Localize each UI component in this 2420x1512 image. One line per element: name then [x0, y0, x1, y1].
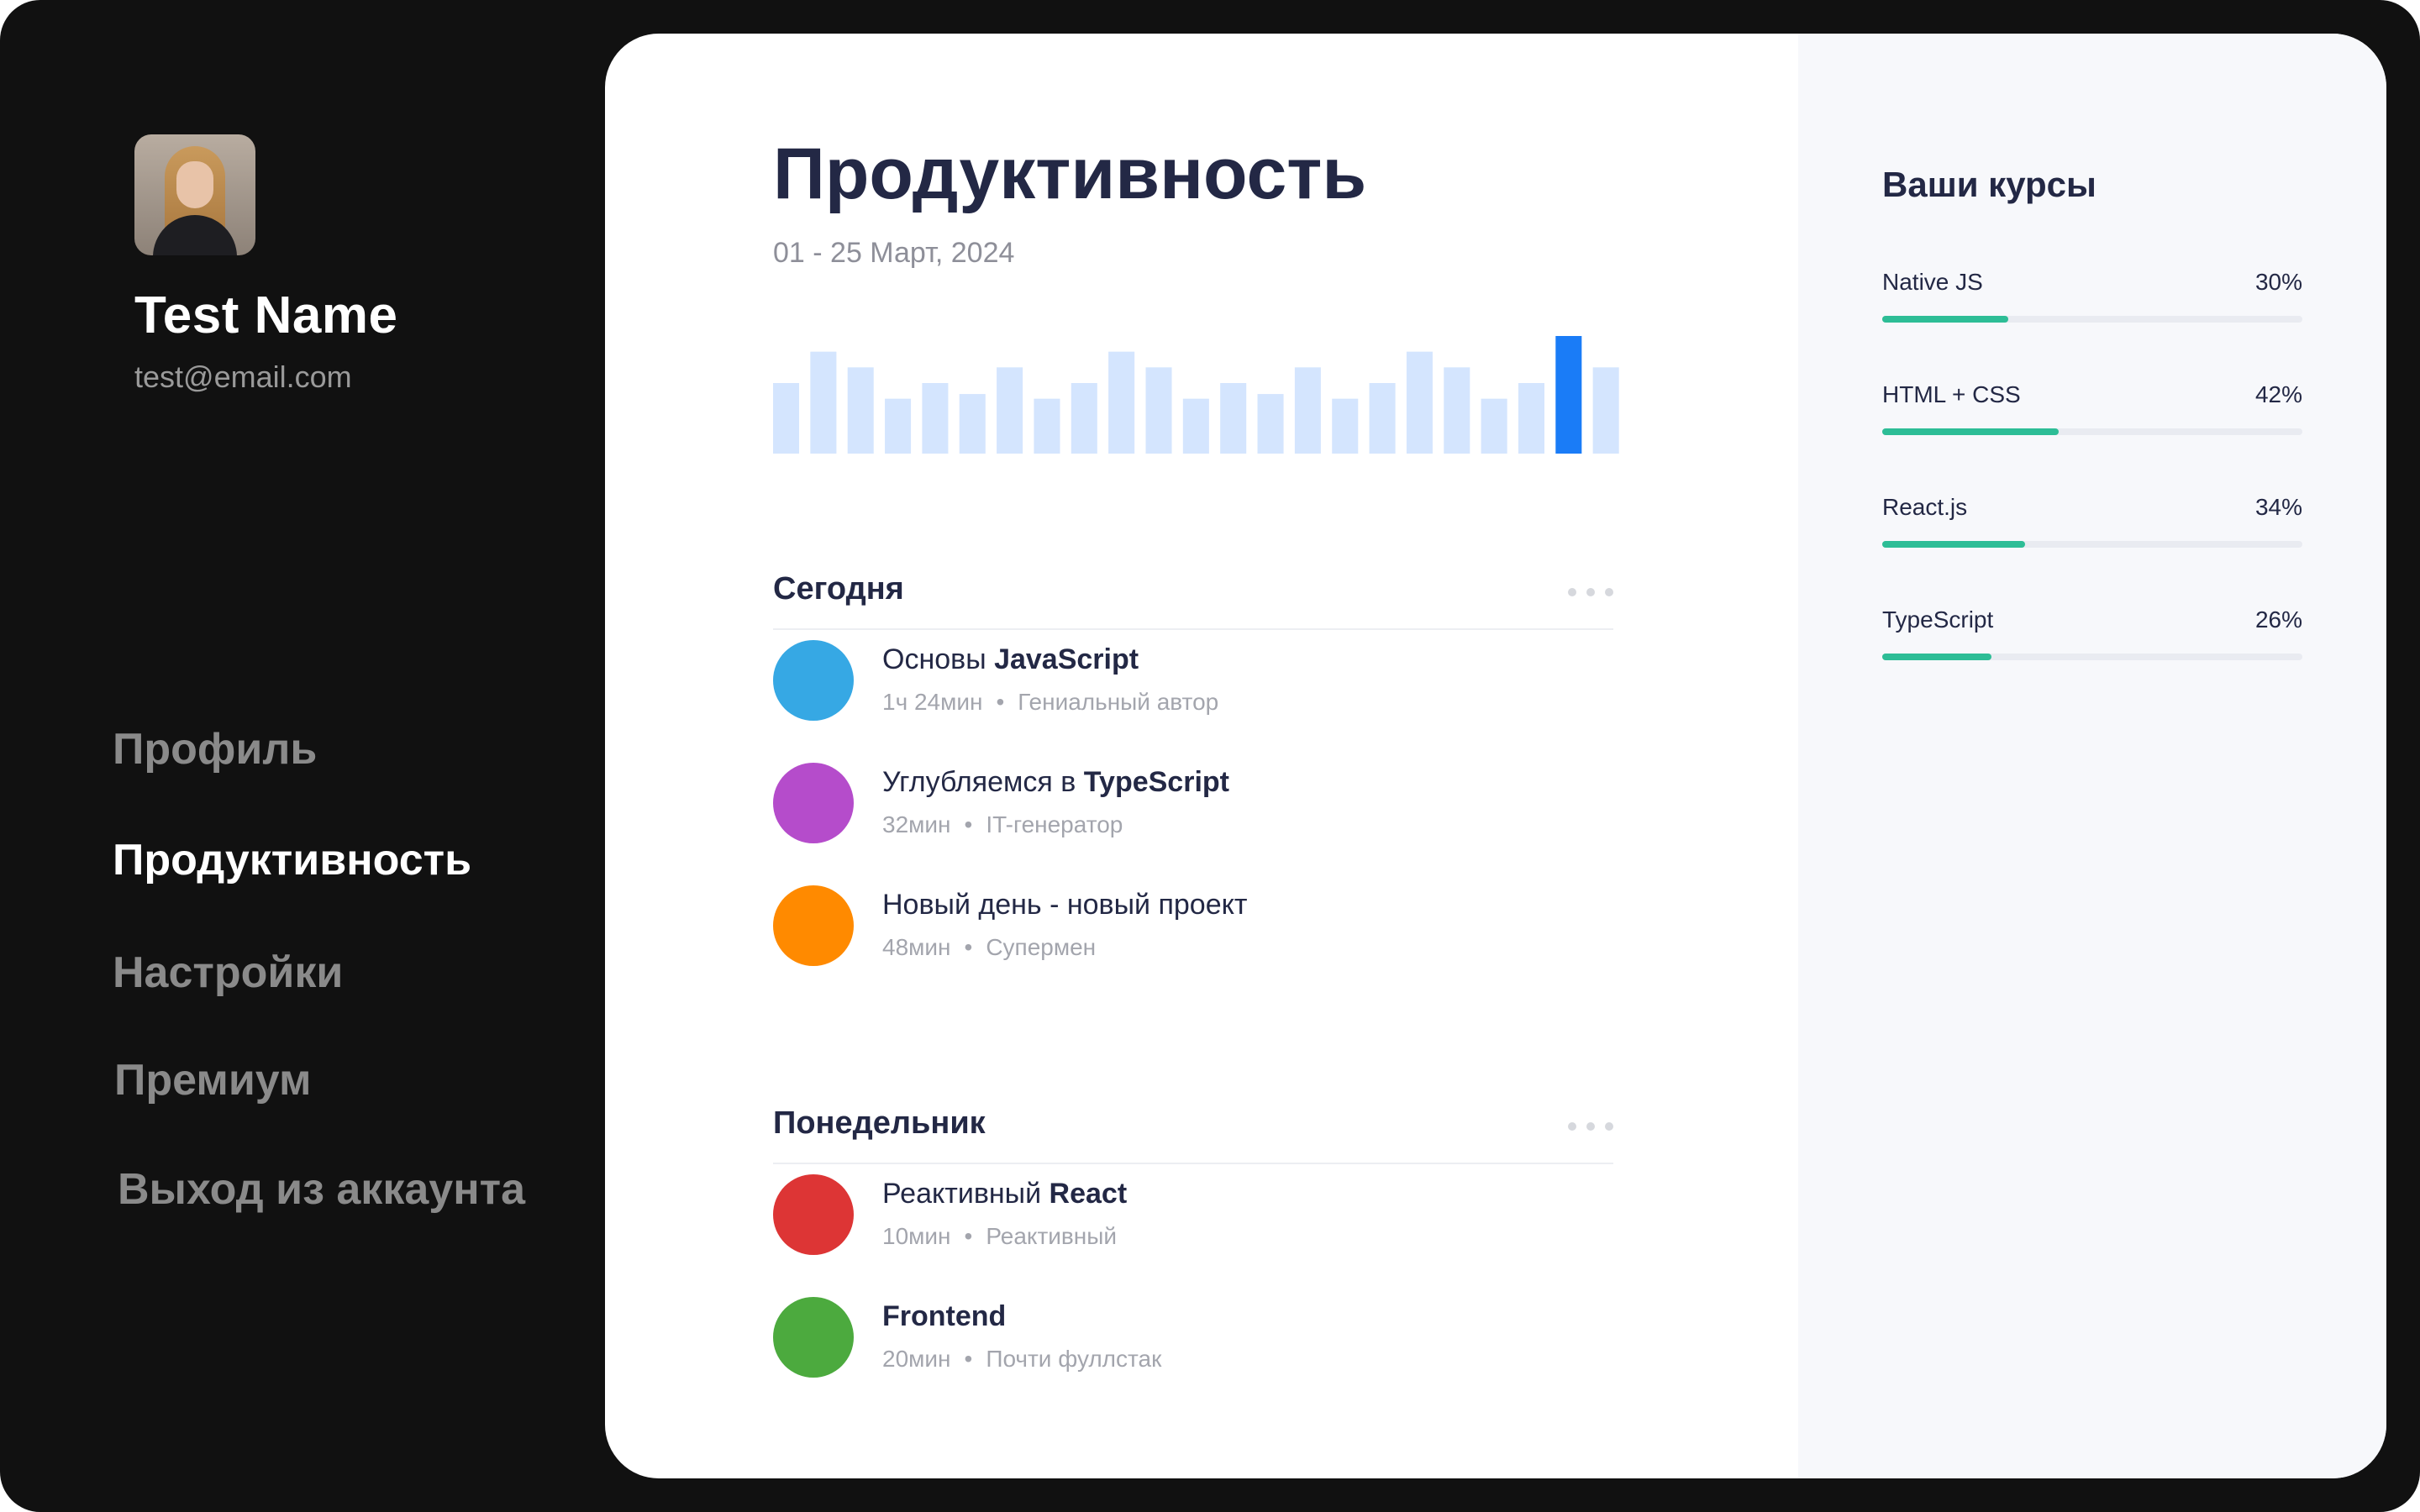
chart-bar — [1182, 398, 1209, 454]
course-progress-fill — [1882, 541, 2025, 548]
course-item[interactable]: TypeScript 26% — [1882, 606, 2302, 674]
chart-bar — [1518, 383, 1544, 454]
task-color-dot — [773, 640, 854, 721]
course-name: React.js — [1882, 494, 1968, 520]
page-title: Продуктивность — [773, 134, 1367, 214]
section-title-today: Сегодня — [773, 571, 904, 606]
more-icon[interactable] — [1568, 586, 1613, 598]
task-item[interactable]: Основы JavaScript 1ч 24мин • Гениальный ав… — [773, 640, 1529, 724]
chart-bar — [1108, 351, 1135, 454]
task-title: Углубляемся в TypeScript — [882, 766, 1229, 798]
chart-bar — [1071, 383, 1097, 454]
courses-column — [1798, 34, 2386, 1478]
task-meta: 48мин • Супермен — [882, 934, 1097, 960]
chart-bar-highlighted — [1555, 336, 1582, 454]
chart-bar — [773, 383, 800, 454]
task-color-dot — [773, 885, 854, 966]
course-progress-fill — [1882, 316, 2008, 323]
avatar — [134, 134, 255, 255]
task-item[interactable]: Новый день - новый проект 48мин • Супермен — [773, 885, 1529, 969]
divider — [773, 1163, 1613, 1164]
task-title: Реактивный React — [882, 1178, 1128, 1210]
chart-bar — [885, 398, 912, 454]
task-title: Новый день - новый проект — [882, 889, 1248, 921]
user-name: Test Name — [134, 286, 398, 344]
course-progress-track — [1882, 654, 2302, 660]
chart-bar — [1406, 351, 1433, 454]
chart-bar — [1034, 398, 1060, 454]
chart-bar — [1220, 383, 1247, 454]
course-percent: 26% — [2254, 606, 2302, 633]
course-name: Native JS — [1882, 269, 1983, 295]
chart-bar — [1257, 394, 1284, 454]
course-progress-track — [1882, 541, 2302, 548]
chart-bar — [997, 367, 1023, 454]
sidebar-item-profile[interactable]: Профиль — [113, 724, 317, 774]
course-progress-track — [1882, 428, 2302, 435]
task-item[interactable]: Углубляемся в TypeScript 32мин • IT-генера… — [773, 763, 1529, 847]
chart-bar — [1332, 398, 1359, 454]
chart-bar — [1481, 398, 1507, 454]
chart-bar — [847, 367, 874, 454]
course-progress-fill — [1882, 428, 2059, 435]
divider — [773, 628, 1613, 630]
course-item[interactable]: React.js 34% — [1882, 494, 2302, 561]
task-item[interactable]: Реактивный React 10мин • Реактивный — [773, 1174, 1529, 1258]
task-color-dot — [773, 1174, 854, 1255]
chart-bar — [1369, 383, 1396, 454]
more-icon[interactable] — [1568, 1121, 1613, 1132]
course-item[interactable]: HTML + CSS 42% — [1882, 381, 2302, 449]
task-color-dot — [773, 1297, 854, 1378]
chart-bar — [1145, 367, 1172, 454]
task-meta: 32мин • IT-генератор — [882, 811, 1123, 837]
sidebar-item-settings[interactable]: Настройки — [113, 948, 343, 998]
task-meta: 1ч 24мин • Гениальный автор — [882, 689, 1219, 715]
user-email: test@email.com — [134, 360, 352, 394]
sidebar-item-productivity[interactable]: Продуктивность — [113, 835, 471, 885]
course-progress-fill — [1882, 654, 1991, 660]
chart-bar — [1294, 367, 1321, 454]
chart-bar — [1444, 367, 1470, 454]
course-name: HTML + CSS — [1882, 381, 2021, 407]
productivity-bar-chart — [773, 336, 1619, 454]
chart-bar — [810, 351, 837, 454]
course-percent: 34% — [2254, 494, 2302, 520]
course-item[interactable]: Native JS 30% — [1882, 269, 2302, 336]
app-frame: Test Name test@email.com Профиль Продукт… — [0, 0, 2420, 1512]
course-progress-track — [1882, 316, 2302, 323]
task-meta: 10мин • Реактивный — [882, 1223, 1118, 1249]
course-percent: 42% — [2254, 381, 2302, 407]
chart-bar — [922, 383, 949, 454]
chart-bar — [1592, 367, 1619, 454]
sidebar-item-logout[interactable]: Выход из аккаунта — [118, 1164, 525, 1215]
task-item[interactable]: Frontend 20мин • Почти фуллстак — [773, 1297, 1529, 1381]
section-title-monday: Понедельник — [773, 1105, 986, 1141]
chart-bar — [959, 394, 986, 454]
task-meta: 20мин • Почти фуллстак — [882, 1346, 1162, 1372]
task-title: Frontend — [882, 1300, 1007, 1332]
main-panel: Продуктивность 01 - 25 Март, 2024 Сегодн… — [605, 34, 2386, 1478]
sidebar-item-premium[interactable]: Премиум — [114, 1055, 312, 1105]
courses-title: Ваши курсы — [1882, 165, 2096, 204]
task-title: Основы JavaScript — [882, 643, 1139, 675]
course-name: TypeScript — [1882, 606, 1994, 633]
task-color-dot — [773, 763, 854, 843]
course-percent: 30% — [2254, 269, 2302, 295]
date-range: 01 - 25 Март, 2024 — [773, 237, 1015, 269]
